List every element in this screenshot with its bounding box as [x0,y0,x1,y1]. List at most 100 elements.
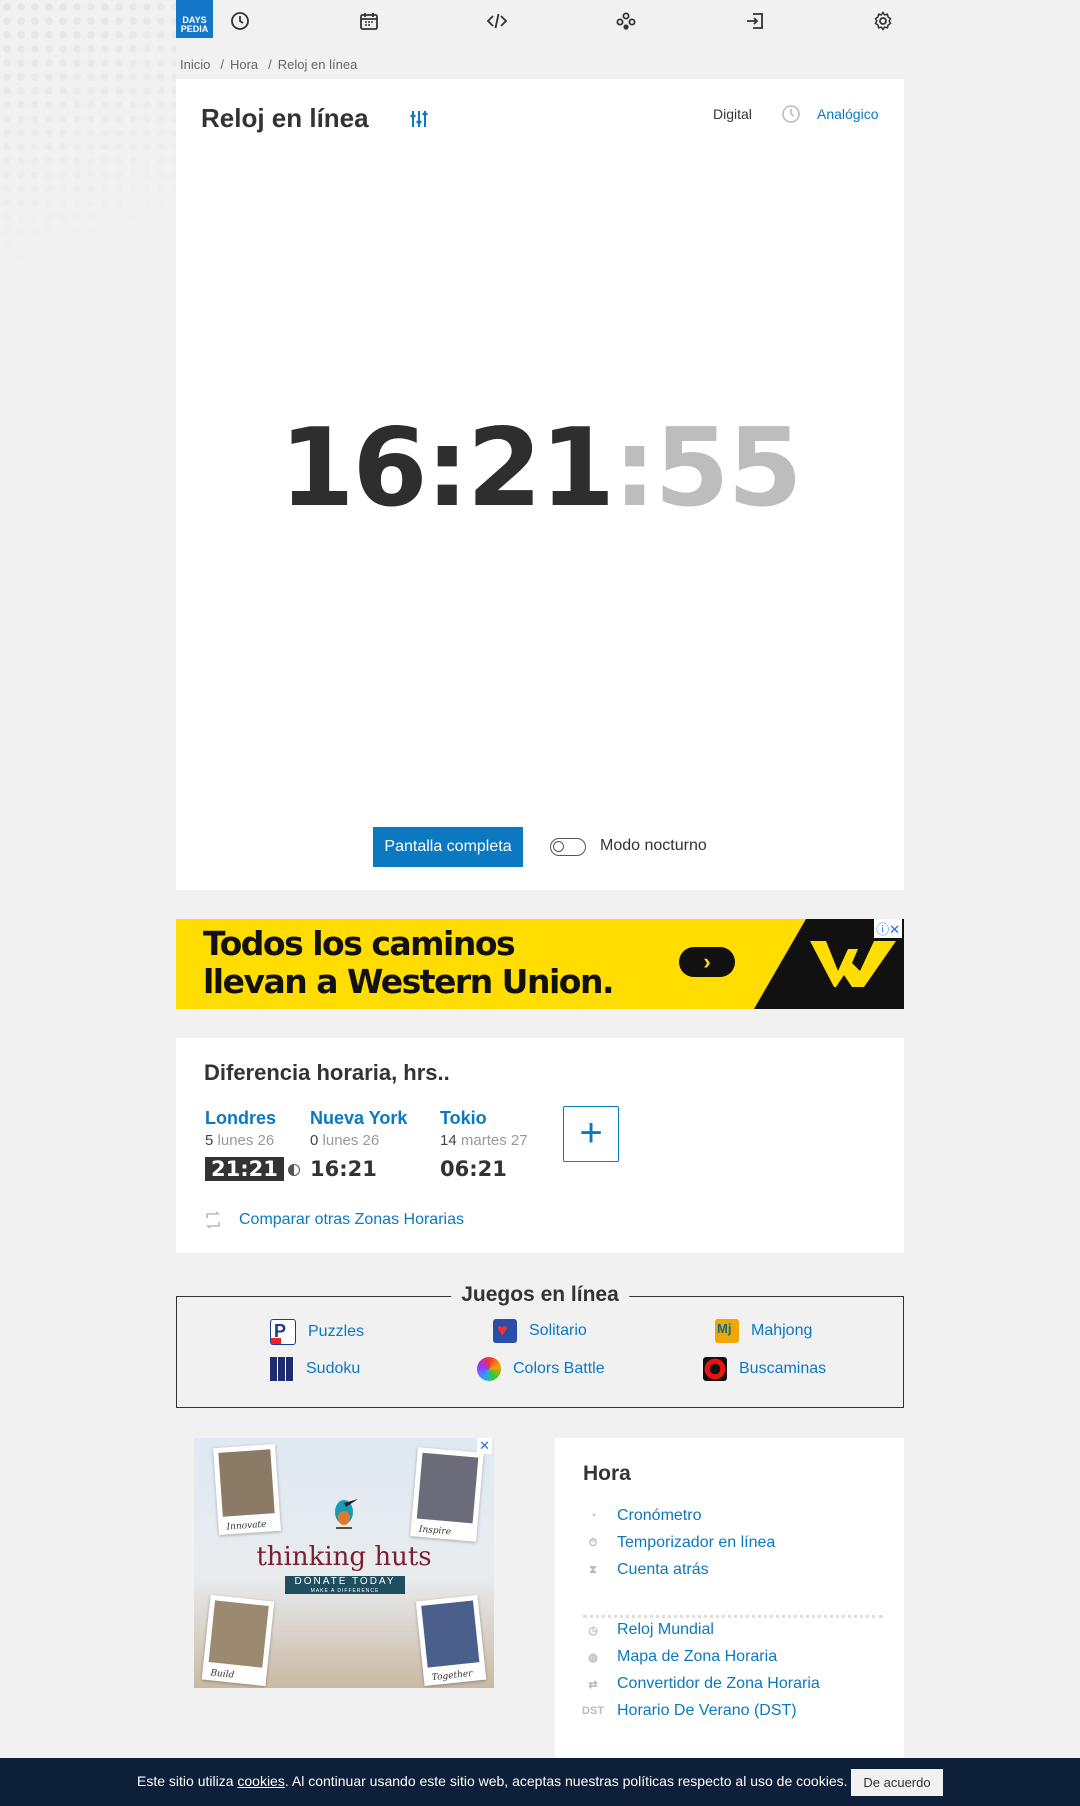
game-solitaire[interactable]: ♥ Solitario [493,1319,587,1343]
link-mapa-zona-horaria[interactable]: ◍ Mapa de Zona Horaria [583,1647,777,1667]
mode-digital[interactable]: Digital [713,106,752,122]
compare-timezones-link[interactable]: Comparar otras Zonas Horarias [239,1211,464,1229]
city-day: martes 27 [460,1132,528,1149]
ad-headline: Todos los caminos llevan a Western Union… [203,924,615,1001]
settings-sliders-icon[interactable] [408,108,430,130]
city-time: 21:21 [205,1157,284,1181]
ad-line2: llevan a Western Union. [203,962,615,1001]
accept-cookies-button[interactable]: De acuerdo [851,1769,943,1796]
link-reloj-mundial[interactable]: ◷ Reloj Mundial [583,1620,714,1640]
digital-time-display: 16:21:55 [176,409,904,529]
game-label: Buscaminas [739,1360,827,1377]
ad-line1: Todos los caminos [203,924,516,963]
link-cronometro[interactable]: ◔ Cronómetro [583,1506,702,1526]
ad-caption: Together [431,1668,473,1684]
cookie-text-post: . Al continuar usando este sitio web, ac… [284,1773,848,1789]
city-time-wrap: 21:21 [205,1157,300,1181]
game-mahjong[interactable]: Mj Mahjong [715,1319,812,1343]
game-colors-battle[interactable]: Colors Battle [477,1357,605,1381]
city-new-york: Nueva York 0 lunes 26 16:21 [310,1108,407,1181]
link-label: Cronómetro [617,1507,702,1524]
city-offset: 0 [310,1132,319,1149]
link-label: Temporizador en línea [617,1534,776,1551]
ad-close-icon[interactable]: ✕ [477,1438,492,1454]
ad-caption: Innovate [226,1519,267,1533]
sudoku-grid-icon [270,1357,294,1381]
link-label: Convertidor de Zona Horaria [617,1675,820,1692]
mode-analog-link[interactable]: Analógico [817,106,879,122]
puzzles-icon: P [270,1319,296,1345]
kingfisher-bird-icon [335,1499,358,1529]
link-label: Reloj Mundial [617,1621,714,1638]
timer-icon: ⏱ [588,1536,598,1549]
link-convertidor-zona-horaria[interactable]: ⇄ Convertidor de Zona Horaria [583,1674,820,1694]
link-label: Horario De Verano (DST) [617,1702,797,1719]
night-moon-icon [287,1164,300,1176]
gear-icon[interactable] [872,10,894,32]
thinking-huts-ad[interactable]: Innovate Inspire thinking huts DONATE TO… [194,1438,494,1688]
fullscreen-button[interactable]: Pantalla completa [373,827,523,867]
link-horario-verano[interactable]: DST Horario De Verano (DST) [582,1701,797,1721]
breadcrumb-home[interactable]: Inicio [180,57,210,72]
city-date: 14 martes 27 [440,1132,528,1149]
cookies-link[interactable]: cookies [237,1773,284,1789]
city-date: 5 lunes 26 [205,1132,300,1149]
link-label: Mapa de Zona Horaria [617,1648,778,1665]
hora-links-card: Hora ◔ Cronómetro ⏱ Temporizador en línea … [555,1438,904,1768]
top-nav: DAYS PEDIA [176,0,904,42]
ad-arrow-icon[interactable]: › [679,947,735,977]
logo-line2: PEDIA [180,24,209,34]
city-offset: 14 [440,1132,457,1149]
dayspedia-logo[interactable]: DAYS PEDIA [176,0,213,38]
game-puzzles[interactable]: P Puzzles [270,1319,364,1345]
link-cuenta-atras[interactable]: ⧗ Cuenta atrás [583,1560,708,1580]
game-label: Puzzles [308,1323,365,1340]
game-label: Sudoku [306,1360,361,1377]
ad-caption: Inspire [418,1524,452,1538]
game-label: Colors Battle [513,1360,605,1377]
ad-photo: Together [415,1594,487,1687]
calendar-icon[interactable] [358,10,380,32]
time-difference-title: Diferencia horaria, hrs.. [204,1060,450,1085]
globe-icon: ◍ [588,1651,598,1664]
city-name[interactable]: Tokio [440,1108,528,1129]
background-dot-pattern [0,0,176,260]
night-mode-toggle[interactable] [550,838,586,856]
city-name[interactable]: Londres [205,1108,300,1129]
city-day: lunes 26 [217,1132,275,1149]
login-icon[interactable] [744,10,766,32]
western-union-ad[interactable]: Todos los caminos llevan a Western Union… [176,919,904,1009]
cookie-message: Este sitio utiliza cookies. Al continuar… [137,1773,848,1789]
code-icon[interactable] [486,10,508,32]
add-city-button[interactable]: + [563,1106,619,1162]
time-difference-card: Diferencia horaria, hrs.. Londres 5 lune… [176,1038,904,1253]
city-offset: 5 [205,1132,214,1149]
donate-sub: MAKE A DIFFERENCE [310,1588,380,1594]
game-minesweeper[interactable]: Buscaminas [703,1357,826,1381]
dst-icon: DST [582,1705,604,1717]
breadcrumb: Inicio / Hora / Reloj en línea [180,57,358,72]
clock-icon: ◷ [588,1624,598,1637]
donate-button[interactable]: DONATE TODAY MAKE A DIFFERENCE [285,1576,405,1594]
ad-photo: Build [201,1594,275,1687]
ad-close-icon[interactable]: ⓘ✕ [874,919,902,938]
ad-brand-title: thinking huts [256,1542,432,1572]
night-mode-label: Modo nocturno [600,837,707,854]
stopwatch-icon: ◔ [589,1510,597,1522]
cookie-text-pre: Este sitio utiliza [137,1773,238,1789]
solitaire-heart-icon: ♥ [493,1319,517,1343]
online-games-box: Juegos en línea P Puzzles ♥ Solitario Mj… [176,1283,904,1408]
game-sudoku[interactable]: Sudoku [270,1357,360,1381]
clock-icon[interactable] [229,10,251,32]
cookie-consent-bar: Este sitio utiliza cookies. Al continuar… [0,1758,1080,1806]
link-temporizador[interactable]: ⏱ Temporizador en línea [583,1533,776,1553]
city-london: Londres 5 lunes 26 21:21 [205,1108,300,1181]
convert-icon: ⇄ [588,1678,598,1691]
city-date: 0 lunes 26 [310,1132,407,1149]
breadcrumb-hora[interactable]: Hora [230,57,258,72]
games-icon[interactable] [615,10,637,32]
time-hours-minutes: 16:21 [279,406,615,531]
ad-caption: Build [209,1668,235,1681]
city-name[interactable]: Nueva York [310,1108,407,1129]
compare-arrows-icon [203,1210,223,1230]
